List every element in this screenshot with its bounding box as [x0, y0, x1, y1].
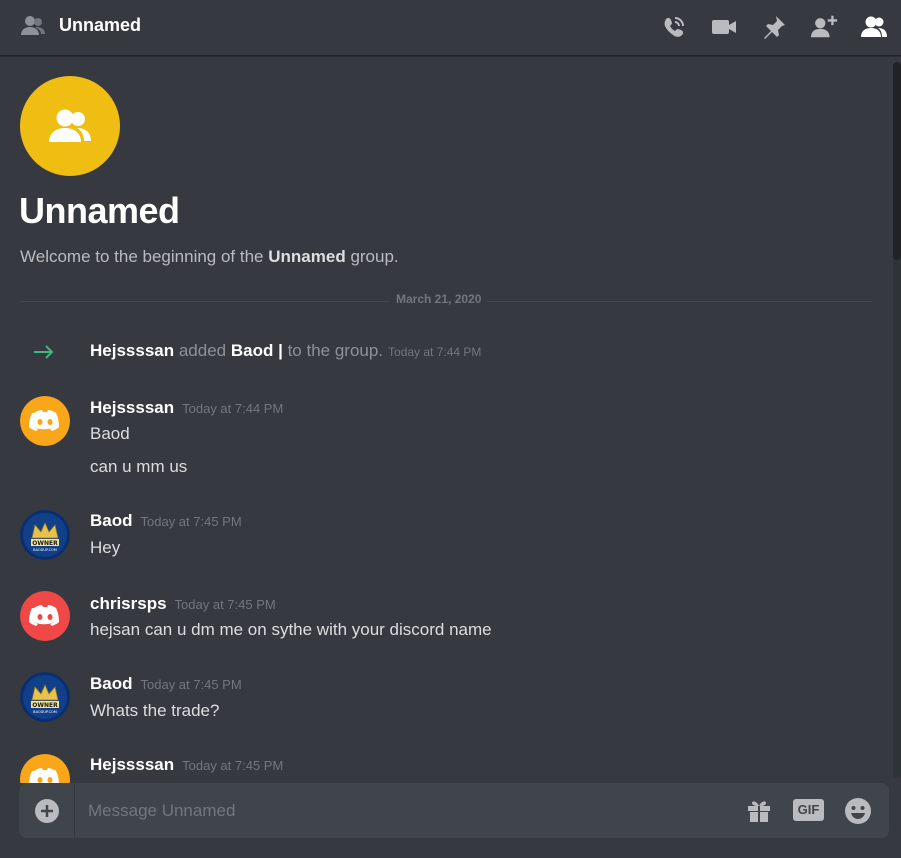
member-list-icon[interactable] — [860, 13, 888, 41]
group-icon — [49, 109, 91, 142]
message-author[interactable]: Baod — [90, 511, 133, 530]
message-header: Hejssssan Today at 7:45 PM — [90, 755, 283, 775]
emoji-picker-icon[interactable] — [844, 797, 872, 825]
message-header: Baod Today at 7:45 PM — [90, 674, 242, 694]
start-video-call-icon[interactable] — [710, 13, 738, 41]
scrollbar-thumb[interactable] — [893, 62, 901, 260]
avatar-logo-subtext: BAODUP.COM — [33, 548, 57, 552]
group-avatar — [20, 76, 120, 176]
avatar[interactable] — [20, 591, 70, 641]
composer-separator — [74, 783, 75, 838]
add-friends-to-dm-icon[interactable] — [810, 13, 838, 41]
discord-default-avatar-icon — [20, 754, 70, 783]
avatar[interactable] — [20, 754, 70, 783]
message-content: Baod — [90, 424, 130, 443]
gif-picker-button[interactable]: GIF — [793, 799, 824, 821]
channel-header: Unnamed — [0, 0, 901, 56]
owner-crown-avatar-icon: OWNER BAODUP.COM — [20, 672, 70, 722]
avatar-logo-subtext: BAODUP.COM — [33, 710, 57, 714]
avatar[interactable]: OWNER BAODUP.COM — [20, 510, 70, 560]
discord-default-avatar-icon — [20, 591, 70, 641]
date-divider-label: March 21, 2020 — [390, 292, 488, 306]
message-timestamp: Today at 7:45 PM — [174, 597, 276, 612]
message-timestamp: Today at 7:45 PM — [140, 514, 242, 529]
message-timestamp: Today at 7:45 PM — [140, 677, 242, 692]
message-header: Baod Today at 7:45 PM — [90, 511, 242, 531]
message-content: Hey — [90, 538, 121, 557]
message-header: Hejssssan Today at 7:44 PM — [90, 398, 283, 418]
message-timestamp: Today at 7:45 PM — [182, 758, 284, 773]
message-author[interactable]: Baod — [90, 674, 133, 693]
start-voice-call-icon[interactable] — [660, 13, 688, 41]
message-author[interactable]: chrisrsps — [90, 594, 167, 613]
system-message: Hejssssan added Baod | to the group. Toda… — [90, 341, 482, 360]
system-message-target[interactable]: Baod | — [231, 341, 283, 360]
message-content: can u mm us — [90, 457, 188, 476]
message-author[interactable]: Hejssssan — [90, 398, 174, 417]
owner-crown-avatar-icon: OWNER BAODUP.COM — [20, 510, 70, 560]
system-message-actor[interactable]: Hejssssan — [90, 341, 174, 360]
intro-description: Welcome to the beginning of the Unnamed … — [20, 247, 399, 266]
upload-plus-icon[interactable] — [34, 798, 60, 824]
avatar-logo-text: OWNER — [32, 702, 58, 709]
member-join-arrow-icon — [34, 345, 54, 359]
message-content: Whats the trade? — [90, 701, 220, 720]
intro-title: Unnamed — [19, 190, 180, 231]
pinned-messages-icon[interactable] — [760, 13, 788, 41]
message-input[interactable] — [88, 799, 708, 823]
group-icon — [21, 16, 45, 35]
message-author[interactable]: Hejssssan — [90, 755, 174, 774]
avatar-logo-text: OWNER — [32, 540, 58, 547]
message-content: hejsan can u dm me on sythe with your di… — [90, 620, 492, 639]
discord-default-avatar-icon — [20, 396, 70, 446]
system-message-timestamp: Today at 7:44 PM — [388, 345, 482, 359]
avatar[interactable]: OWNER BAODUP.COM — [20, 672, 70, 722]
message-timestamp: Today at 7:44 PM — [182, 401, 284, 416]
message-composer: GIF — [19, 783, 889, 838]
message-header: chrisrsps Today at 7:45 PM — [90, 594, 276, 614]
gift-icon[interactable] — [746, 797, 772, 823]
avatar[interactable] — [20, 396, 70, 446]
channel-title: Unnamed — [59, 15, 142, 35]
